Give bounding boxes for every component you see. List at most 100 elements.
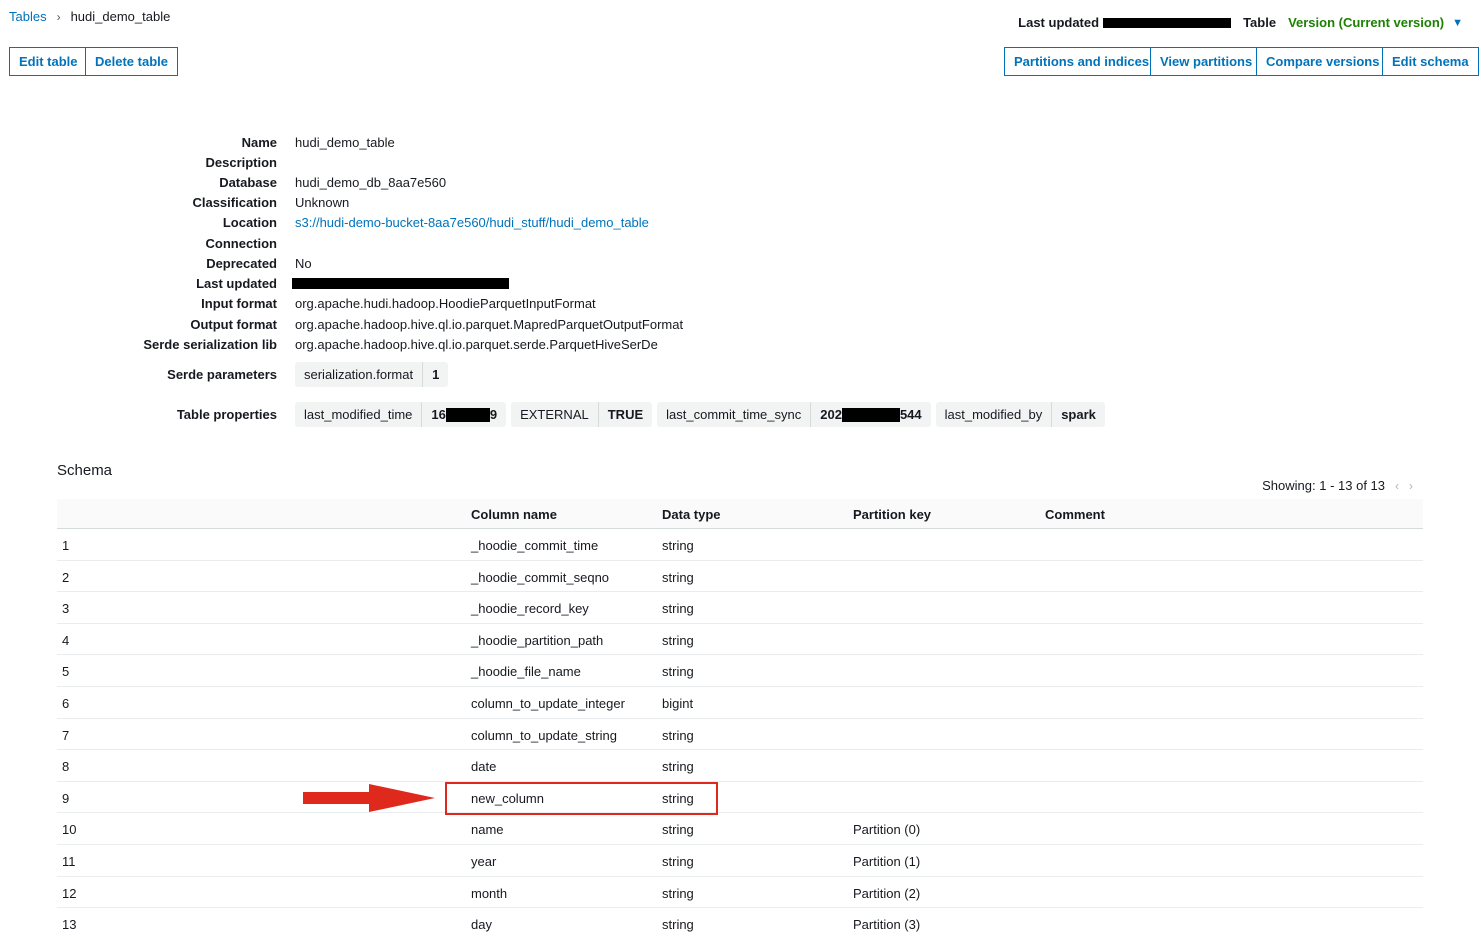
table-label: Table	[1243, 15, 1277, 30]
column-header-type[interactable]: Data type	[662, 507, 721, 522]
table-property-chip: last_commit_time_sync 202 544	[657, 401, 931, 427]
breadcrumb: Tables › hudi_demo_table	[9, 9, 170, 24]
data-type-cell: string	[662, 632, 694, 648]
chevron-right-icon: ›	[56, 9, 61, 24]
table-row: 11 year string Partition (1)	[57, 845, 1423, 877]
row-number: 5	[62, 664, 70, 680]
partition-key-cell: Partition (1)	[853, 853, 921, 869]
table-header: Column name Data type Partition key Comm…	[57, 499, 1423, 529]
detail-table-properties: Table properties last_modified_time 16 9 …	[0, 401, 1110, 427]
column-name-cell: date	[471, 759, 497, 775]
column-header-comment[interactable]: Comment	[1045, 507, 1105, 522]
showing-count: Showing: 1 - 13 of 13	[1262, 478, 1385, 493]
table-row: 12 month string Partition (2)	[57, 877, 1423, 909]
detail-input-format: Input format org.apache.hudi.hadoop.Hood…	[201, 295, 596, 311]
column-name-cell: day	[471, 917, 492, 933]
table-row: 13 day string Partition (3)	[57, 908, 1423, 937]
detail-serde-parameters: Serde parameters serialization.format 1	[0, 361, 453, 387]
highlight-box	[445, 782, 718, 815]
partition-key-cell: Partition (3)	[853, 917, 921, 933]
table-property-chip: EXTERNAL TRUE	[511, 401, 653, 427]
column-header-name[interactable]: Column name	[471, 507, 557, 522]
column-name-cell: month	[471, 885, 508, 901]
header-meta: Last updated Table Version (Current vers…	[1018, 15, 1463, 30]
redacted-value	[292, 277, 509, 289]
table-row: 6 column_to_update_integer bigint	[57, 687, 1423, 719]
column-name-cell: _hoodie_commit_seqno	[471, 569, 610, 585]
chevron-right-icon[interactable]: ›	[1409, 479, 1413, 493]
column-header-partition[interactable]: Partition key	[853, 507, 931, 522]
detail-description: Description	[205, 154, 277, 170]
table-row: 4 _hoodie_partition_path string	[57, 624, 1423, 656]
data-type-cell: bigint	[662, 695, 694, 711]
redacted-value	[1103, 17, 1232, 28]
data-type-cell: string	[662, 538, 694, 553]
row-number: 1	[62, 538, 70, 553]
table-property-chip: last_modified_by spark	[935, 401, 1105, 427]
schema-table: Column name Data type Partition key Comm…	[57, 499, 1423, 937]
detail-database: Database hudi_demo_db_8aa7e560	[219, 174, 447, 190]
table-row: 2 _hoodie_commit_seqno string	[57, 561, 1423, 593]
detail-serde-lib: Serde serialization lib org.apache.hadoo…	[143, 336, 658, 352]
table-row: 10 name string Partition (0)	[57, 813, 1423, 845]
detail-name: Name hudi_demo_table	[241, 134, 395, 150]
data-type-cell: string	[662, 853, 694, 869]
partition-key-cell: Partition (0)	[853, 822, 921, 838]
detail-classification: Classification Unknown	[192, 194, 350, 210]
data-type-cell: string	[662, 664, 694, 680]
caret-down-icon[interactable]: ▼	[1452, 17, 1463, 29]
edit-schema-button[interactable]: Edit schema	[1382, 47, 1479, 76]
table-row: 3 _hoodie_record_key string	[57, 592, 1423, 624]
data-type-cell: string	[662, 885, 694, 901]
column-name-cell: _hoodie_partition_path	[471, 632, 604, 648]
version-dropdown[interactable]: Version (Current version)	[1288, 15, 1444, 30]
column-name-cell: _hoodie_commit_time	[471, 538, 599, 553]
detail-location: Location s3://hudi-demo-bucket-8aa7e560/…	[222, 214, 649, 230]
schema-title: Schema	[57, 462, 113, 479]
last-updated-label: Last updated	[1018, 15, 1100, 30]
table-row: 7 column_to_update_string string	[57, 719, 1423, 751]
detail-last-updated: Last updated	[0, 273, 509, 293]
detail-connection: Connection	[205, 235, 278, 251]
column-name-cell: _hoodie_record_key	[471, 601, 589, 617]
row-number: 4	[62, 632, 70, 648]
detail-deprecated: Deprecated No	[206, 255, 312, 271]
compare-versions-button[interactable]: Compare versions	[1256, 47, 1390, 76]
breadcrumb-current: hudi_demo_table	[70, 9, 171, 24]
table-row: 5 _hoodie_file_name string	[57, 655, 1423, 687]
data-type-cell: string	[662, 822, 694, 838]
row-number: 10	[62, 822, 77, 838]
row-number: 9	[62, 790, 70, 806]
chevron-left-icon[interactable]: ‹	[1395, 479, 1399, 493]
row-number: 11	[62, 853, 76, 869]
table-row: 9 new_column string	[57, 782, 1423, 814]
column-name-cell: _hoodie_file_name	[471, 664, 581, 680]
column-name-cell: name	[471, 822, 504, 838]
row-number: 12	[62, 885, 77, 901]
redacted-value	[445, 408, 490, 423]
view-partitions-button[interactable]: View partitions	[1150, 47, 1263, 76]
row-number: 13	[62, 917, 77, 933]
redacted-value	[841, 408, 900, 423]
row-number: 8	[62, 759, 70, 775]
edit-table-button[interactable]: Edit table	[9, 47, 88, 76]
row-number: 3	[62, 601, 70, 617]
serde-parameter-chip: serialization.format 1	[295, 361, 449, 387]
partition-key-cell: Partition (2)	[853, 885, 921, 901]
data-type-cell: string	[662, 727, 694, 743]
table-property-chip: last_modified_time 16 9	[295, 401, 507, 427]
partitions-and-indices-button[interactable]: Partitions and indices	[1004, 47, 1160, 76]
delete-table-button[interactable]: Delete table	[85, 47, 178, 76]
data-type-cell: string	[662, 601, 694, 617]
data-type-cell: string	[662, 917, 694, 933]
column-name-cell: column_to_update_string	[471, 727, 617, 743]
data-type-cell: string	[662, 569, 694, 585]
data-type-cell: string	[662, 759, 694, 775]
red-arrow-icon	[303, 784, 435, 812]
row-number: 7	[62, 727, 70, 743]
location-link[interactable]: s3://hudi-demo-bucket-8aa7e560/hudi_stuf…	[295, 215, 649, 230]
row-number: 2	[62, 569, 70, 585]
column-name-cell: year	[471, 853, 497, 869]
breadcrumb-tables-link[interactable]: Tables	[9, 9, 47, 24]
table-row: 8 date string	[57, 750, 1423, 782]
